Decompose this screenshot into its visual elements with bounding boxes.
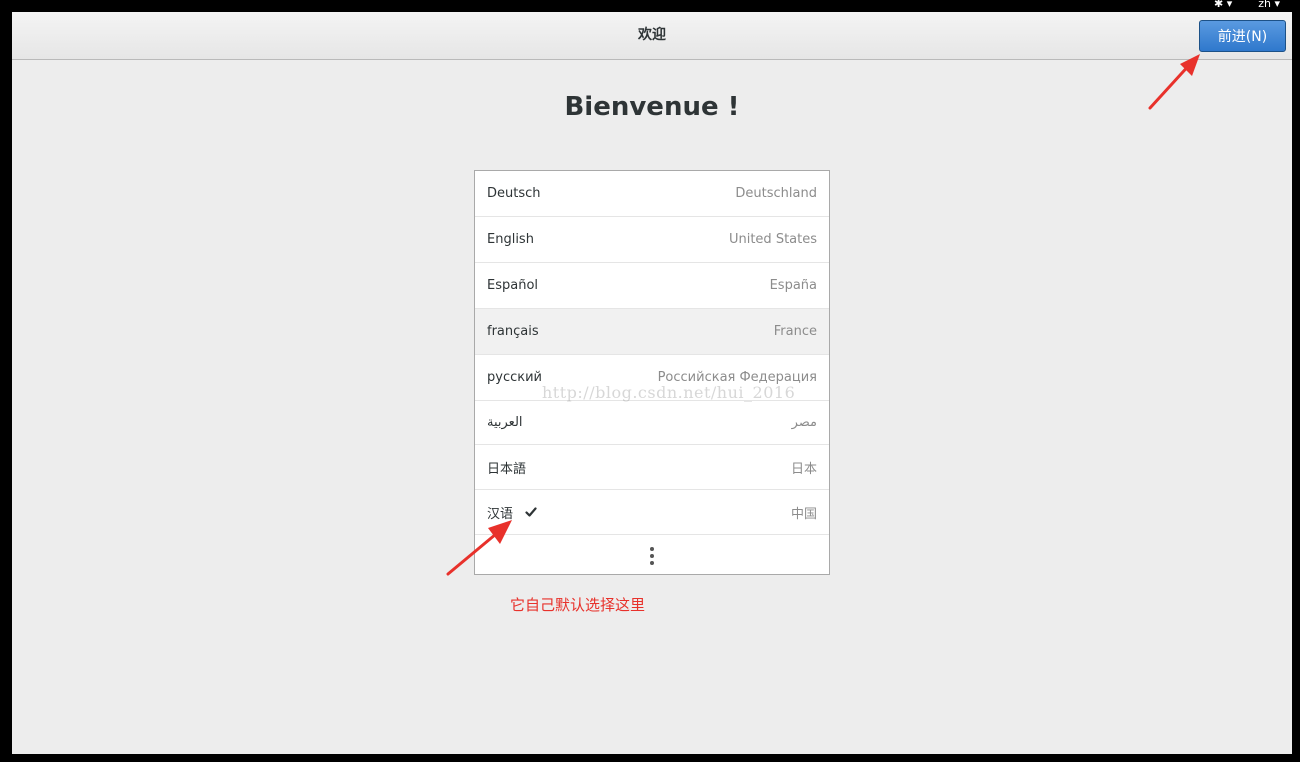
language-left: 汉语 (487, 503, 537, 522)
top-bar-indicators: ✱ ▾ zh ▾ (1214, 0, 1280, 12)
next-button[interactable]: 前进(N) (1199, 20, 1286, 52)
language-region: 日本 (790, 461, 817, 477)
input-method-indicator[interactable]: zh ▾ (1258, 0, 1280, 12)
language-name: English (487, 232, 534, 247)
language-region: مصر (791, 415, 817, 430)
language-region: 中国 (790, 506, 817, 522)
language-region: United States (728, 232, 817, 247)
language-row-chinese[interactable]: 汉语 中国 (475, 490, 829, 535)
language-region: España (769, 278, 817, 293)
language-name: Español (487, 278, 539, 293)
window-title: 欢迎 (638, 27, 666, 43)
language-row-francais[interactable]: français France (475, 309, 829, 355)
accessibility-icon[interactable]: ✱ ▾ (1214, 0, 1232, 12)
language-row-russian[interactable]: русский Российская Федерация (475, 355, 829, 401)
language-list: Deutsch Deutschland English United State… (474, 170, 830, 575)
welcome-window: 欢迎 前进(N) Bienvenue ! Deutsch Deutschland… (12, 12, 1292, 754)
language-name: العربية (487, 415, 523, 430)
more-vertical-icon (649, 546, 655, 565)
language-row-japanese[interactable]: 日本語 日本 (475, 445, 829, 490)
language-region: Российская Федерация (657, 370, 817, 385)
language-row-english[interactable]: English United States (475, 217, 829, 263)
language-row-arabic[interactable]: العربية مصر (475, 401, 829, 445)
language-name: français (487, 324, 539, 339)
language-name: Deutsch (487, 186, 541, 201)
more-languages-button[interactable] (475, 535, 829, 576)
language-name: русский (487, 370, 542, 385)
annotation-text: 它自己默认选择这里 (510, 596, 646, 614)
header-bar: 欢迎 前进(N) (12, 12, 1292, 60)
language-name: 汉语 (487, 506, 514, 522)
language-row-deutsch[interactable]: Deutsch Deutschland (475, 171, 829, 217)
check-icon (525, 507, 537, 517)
language-name: 日本語 (487, 461, 527, 477)
language-region: Deutschland (735, 186, 817, 201)
language-row-espanol[interactable]: Español España (475, 263, 829, 309)
language-region: France (773, 324, 817, 339)
page-heading: Bienvenue ! (564, 92, 740, 122)
